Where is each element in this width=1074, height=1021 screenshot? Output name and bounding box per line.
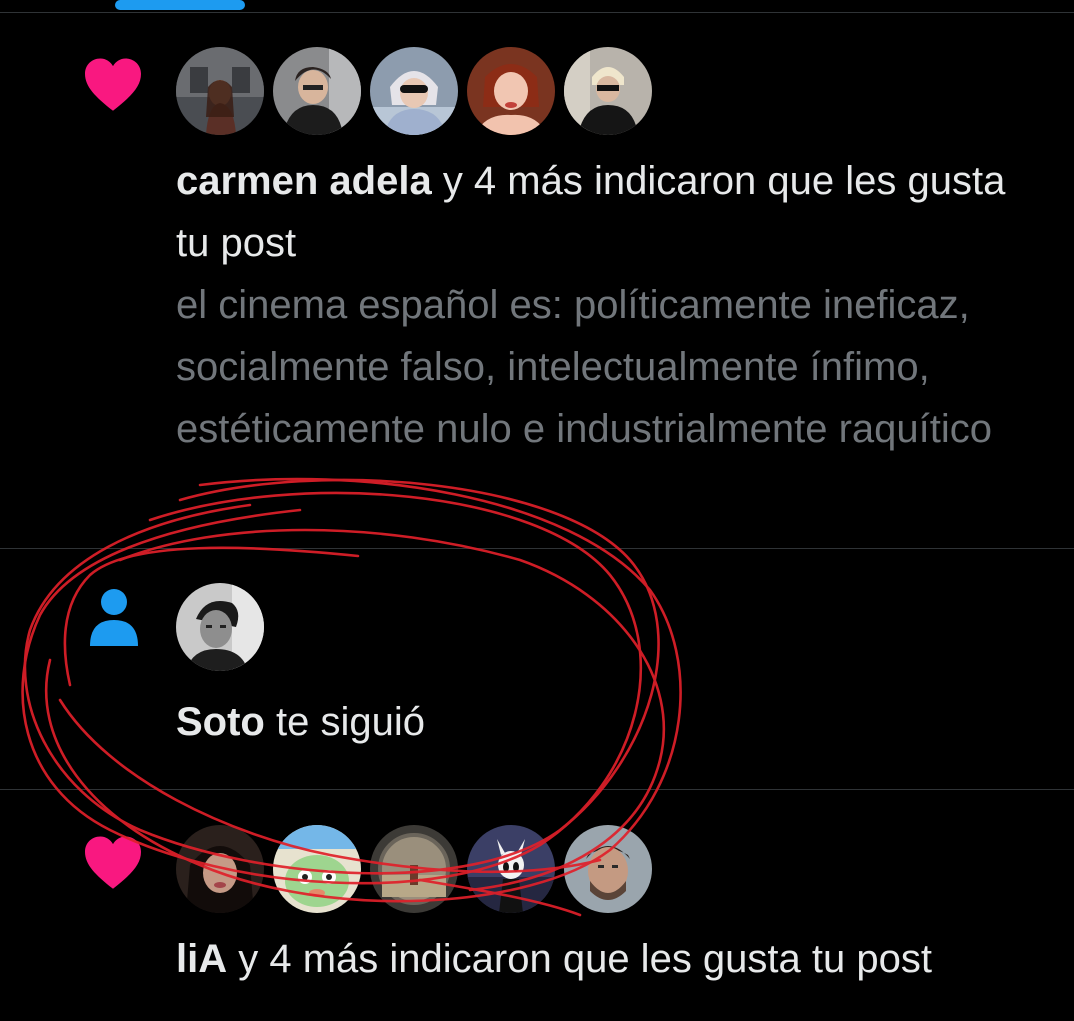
- avatar[interactable]: [176, 47, 264, 135]
- notification-like-1[interactable]: carmen adela y 4 más indicaron que les g…: [0, 0, 1074, 548]
- avatar[interactable]: [176, 583, 264, 671]
- actor-name[interactable]: Soto: [176, 700, 265, 744]
- heart-icon: [82, 56, 144, 117]
- heart-icon: [82, 834, 144, 895]
- person-icon: [88, 588, 140, 651]
- avatar[interactable]: [176, 825, 264, 913]
- actor-name[interactable]: liA: [176, 937, 227, 981]
- notification-text: carmen adela y 4 más indicaron que les g…: [176, 150, 1036, 274]
- follower-avatars: [176, 583, 264, 671]
- liker-avatars: [176, 47, 652, 135]
- avatar[interactable]: [273, 47, 361, 135]
- avatar[interactable]: [370, 47, 458, 135]
- avatar[interactable]: [564, 47, 652, 135]
- avatar[interactable]: [273, 825, 361, 913]
- notification-like-2[interactable]: liA y 4 más indicaron que les gusta tu p…: [0, 790, 1074, 1021]
- notification-action: te siguió: [264, 700, 425, 744]
- avatar[interactable]: [370, 825, 458, 913]
- avatar[interactable]: [467, 825, 555, 913]
- notification-action: y 4 más indicaron que les gusta tu post: [227, 937, 932, 981]
- notification-text: liA y 4 más indicaron que les gusta tu p…: [176, 928, 1036, 990]
- notification-follow[interactable]: Soto te siguió: [0, 549, 1074, 789]
- notification-text: Soto te siguió: [176, 691, 1036, 753]
- post-preview-text: el cinema español es: políticamente inef…: [176, 283, 993, 451]
- liker-avatars: [176, 825, 652, 913]
- avatar[interactable]: [564, 825, 652, 913]
- actor-name[interactable]: carmen adela: [176, 159, 432, 203]
- avatar[interactable]: [467, 47, 555, 135]
